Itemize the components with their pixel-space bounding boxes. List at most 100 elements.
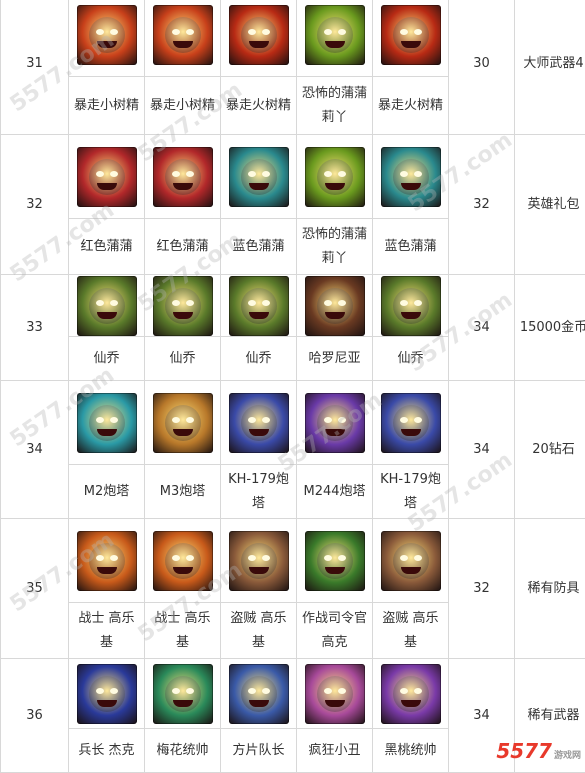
item-name-cell: 仙乔 [221, 337, 297, 381]
table-row: 343420钻石 [1, 381, 585, 465]
table-row: 3130大师武器4 [1, 0, 585, 77]
item-icon-cell [297, 0, 373, 77]
reward-cell: 英雄礼包 [515, 135, 585, 275]
red-puffer-icon [153, 147, 213, 207]
item-name-cell: 暴走小树精 [145, 77, 221, 135]
item-name: 蓝色蒲蒲 [373, 233, 448, 261]
reward-cell: 大师武器4 [515, 0, 585, 135]
table-row: 3232英雄礼包 [1, 135, 585, 219]
cactus-cowboy-icon [381, 276, 441, 336]
level-cell: 34 [1, 381, 69, 519]
red-puffer-icon [77, 147, 137, 207]
item-name: 盗贼 高乐基 [221, 605, 296, 657]
item-icon-cell [145, 659, 221, 729]
cactus-cowboy-icon [229, 276, 289, 336]
rogue-icon [229, 531, 289, 591]
item-name-cell: 仙乔 [145, 337, 221, 381]
blue-puffer-icon [229, 147, 289, 207]
item-name-cell: 盗贼 高乐基 [373, 603, 449, 659]
fire-tree-icon [381, 5, 441, 65]
warrior-icon [77, 531, 137, 591]
logo-text: 5577 [496, 739, 552, 763]
count-cell: 32 [449, 135, 515, 275]
item-icon-cell [69, 519, 145, 603]
cowboy-icon [305, 276, 365, 336]
item-name-cell: 黑桃统帅 [373, 729, 449, 773]
level-cell: 35 [1, 519, 69, 659]
item-name-cell: 蓝色蒲蒲 [221, 219, 297, 275]
cactus-cowboy-icon [153, 276, 213, 336]
crazy-clown-icon [305, 664, 365, 724]
item-name: 仙乔 [373, 345, 448, 373]
site-logo: 5577游戏网 [496, 739, 581, 763]
item-name: 战士 高乐基 [69, 605, 144, 657]
count-cell: 30 [449, 0, 515, 135]
item-icon-cell [69, 275, 145, 337]
item-icon-cell [145, 519, 221, 603]
item-name: 蓝色蒲蒲 [221, 233, 296, 261]
club-marshal-icon [153, 664, 213, 724]
item-name: 兵长 杰克 [69, 737, 144, 765]
item-name-cell: 仙乔 [69, 337, 145, 381]
cactus-cowboy-icon [77, 276, 137, 336]
item-icon-cell [297, 519, 373, 603]
item-name-cell: 作战司令官 高克 [297, 603, 373, 659]
item-name: 作战司令官 高克 [297, 605, 372, 657]
item-name: 暴走小树精 [145, 92, 220, 120]
item-icon-cell [297, 135, 373, 219]
reward-cell: 20钻石 [515, 381, 585, 519]
angry-tree-icon [153, 5, 213, 65]
warrior-icon [153, 531, 213, 591]
item-name: 红色蒲蒲 [145, 233, 220, 261]
item-name-cell: 暴走小树精 [69, 77, 145, 135]
item-name-cell: 哈罗尼亚 [297, 337, 373, 381]
item-name: KH-179炮塔 [373, 466, 448, 518]
item-name-cell: M3炮塔 [145, 465, 221, 519]
item-icon-cell [221, 659, 297, 729]
item-name-cell: 蓝色蒲蒲 [373, 219, 449, 275]
green-monster-icon [305, 147, 365, 207]
item-icon-cell [69, 0, 145, 77]
item-icon-cell [373, 381, 449, 465]
item-name: 暴走火树精 [221, 92, 296, 120]
item-name: 黑桃统帅 [373, 737, 448, 765]
item-name-cell: 方片队长 [221, 729, 297, 773]
item-name-cell: 恐怖的蒲蒲莉丫 [297, 219, 373, 275]
item-name: 仙乔 [69, 345, 144, 373]
table-row: 333415000金币 [1, 275, 585, 337]
logo-subtext: 游戏网 [554, 751, 581, 761]
spade-marshal-icon [381, 664, 441, 724]
item-name: KH-179炮塔 [221, 466, 296, 518]
item-name-cell: 仙乔 [373, 337, 449, 381]
item-name-cell: 疯狂小丑 [297, 729, 373, 773]
fire-tree-icon [229, 5, 289, 65]
item-name-cell: 战士 高乐基 [145, 603, 221, 659]
diamond-captain-icon [229, 664, 289, 724]
reward-cell: 15000金币 [515, 275, 585, 381]
item-icon-cell [373, 519, 449, 603]
item-icon-cell [373, 135, 449, 219]
rogue-icon [381, 531, 441, 591]
item-icon-cell [373, 659, 449, 729]
item-name: 疯狂小丑 [297, 737, 372, 765]
turret-icon [229, 393, 289, 453]
item-name-cell: 兵长 杰克 [69, 729, 145, 773]
turret-icon [381, 393, 441, 453]
item-name-cell: 战士 高乐基 [69, 603, 145, 659]
angry-tree-icon [77, 5, 137, 65]
reward-cell: 稀有防具 [515, 519, 585, 659]
level-cell: 31 [1, 0, 69, 135]
item-name: 梅花统帅 [145, 737, 220, 765]
item-name: M244炮塔 [297, 478, 372, 506]
item-name-cell: KH-179炮塔 [373, 465, 449, 519]
level-cell: 36 [1, 659, 69, 773]
item-name-cell: 红色蒲蒲 [69, 219, 145, 275]
item-name: M2炮塔 [69, 478, 144, 506]
item-icon-cell [145, 0, 221, 77]
item-icon-cell [297, 275, 373, 337]
item-icon-cell [221, 519, 297, 603]
item-icon-cell [373, 0, 449, 77]
item-icon-cell [145, 135, 221, 219]
item-icon-cell [221, 381, 297, 465]
item-icon-cell [373, 275, 449, 337]
